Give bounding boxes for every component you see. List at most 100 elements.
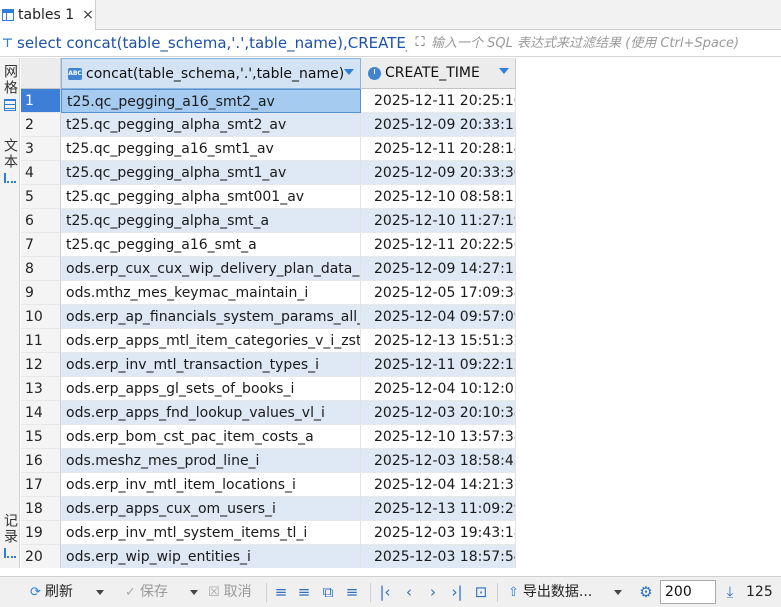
table-row[interactable]: 9 ods.mthz_mes_keymac_maintain_i 2025-12-0… — [21, 281, 781, 305]
row-number[interactable]: 11 — [21, 329, 61, 353]
filter-input[interactable] — [431, 32, 781, 54]
table-row[interactable]: 16 ods.meshz_mes_prod_line_i 2025-12-03 18… — [21, 449, 781, 473]
row-number[interactable]: 17 — [21, 473, 61, 497]
table-row[interactable]: 13 ods.erp_apps_gl_sets_of_books_i 2025-12… — [21, 377, 781, 401]
fetch-all-icon[interactable]: ⊡ — [473, 577, 489, 607]
row-number[interactable]: 14 — [21, 401, 61, 425]
row-number[interactable]: 15 — [21, 425, 61, 449]
table-name-cell[interactable]: ods.erp_ap_financials_system_params_all_… — [61, 305, 361, 329]
create-time-cell[interactable]: 2025-12-04 09:57:09 — [361, 305, 516, 329]
table-name-cell[interactable]: t25.qc_pegging_a16_smt1_av — [61, 137, 361, 161]
add-row-icon[interactable]: ≡ — [296, 577, 312, 607]
row-number[interactable]: 9 — [21, 281, 61, 305]
table-name-cell[interactable]: ods.erp_inv_mtl_item_locations_i — [61, 473, 361, 497]
first-page-icon[interactable]: |‹ — [377, 577, 393, 607]
create-time-cell[interactable]: 2025-12-10 13:57:38 — [361, 425, 516, 449]
table-row[interactable]: 20 ods.erp_wip_wip_entities_i 2025-12-03 1… — [21, 545, 781, 568]
row-number[interactable]: 1 — [21, 89, 61, 113]
table-name-cell[interactable]: ods.erp_apps_cux_om_users_i — [61, 497, 361, 521]
export-data-button[interactable]: ⇧ 导出数据... — [508, 577, 592, 607]
table-row[interactable]: 12 ods.erp_inv_mtl_transaction_types_i 202… — [21, 353, 781, 377]
sort-icon[interactable] — [499, 68, 509, 74]
next-page-icon[interactable]: › — [425, 577, 441, 607]
table-row[interactable]: 2 t25.qc_pegging_alpha_smt2_av 2025-12-09 … — [21, 113, 781, 137]
edit-row-icon[interactable]: ≡ — [273, 577, 289, 607]
table-row[interactable]: 14 ods.erp_apps_fnd_lookup_values_vl_i 202… — [21, 401, 781, 425]
export-dropdown-icon[interactable] — [614, 590, 622, 595]
table-row[interactable]: 5 t25.qc_pegging_alpha_smt001_av 2025-12-1… — [21, 185, 781, 209]
close-icon[interactable]: × — [82, 7, 94, 23]
row-number[interactable]: 12 — [21, 353, 61, 377]
table-name-cell[interactable]: ods.erp_inv_mtl_system_items_tl_i — [61, 521, 361, 545]
table-row[interactable]: 19 ods.erp_inv_mtl_system_items_tl_i 2025-… — [21, 521, 781, 545]
table-name-cell[interactable]: ods.erp_bom_cst_pac_item_costs_a — [61, 425, 361, 449]
create-time-cell[interactable]: 2025-12-09 14:27:11 — [361, 257, 516, 281]
row-number[interactable]: 6 — [21, 209, 61, 233]
refresh-button[interactable]: ⟳ 刷新 — [30, 577, 73, 607]
create-time-cell[interactable]: 2025-12-11 09:22:12 — [361, 353, 516, 377]
row-number-header[interactable] — [21, 58, 61, 89]
table-name-cell[interactable]: ods.erp_cux_cux_wip_delivery_plan_data_i — [61, 257, 361, 281]
create-time-cell[interactable]: 2025-12-10 11:27:19 — [361, 209, 516, 233]
create-time-cell[interactable]: 2025-12-03 18:58:43 — [361, 449, 516, 473]
table-name-cell[interactable]: ods.erp_apps_fnd_lookup_values_vl_i — [61, 401, 361, 425]
table-row[interactable]: 18 ods.erp_apps_cux_om_users_i 2025-12-13 … — [21, 497, 781, 521]
sort-icon[interactable] — [344, 69, 354, 75]
create-time-cell[interactable]: 2025-12-11 20:28:14 — [361, 137, 516, 161]
table-name-cell[interactable]: ods.erp_inv_mtl_transaction_types_i — [61, 353, 361, 377]
table-row[interactable]: 4 t25.qc_pegging_alpha_smt1_av 2025-12-09 … — [21, 161, 781, 185]
table-name-cell[interactable]: ods.mthz_mes_keymac_maintain_i — [61, 281, 361, 305]
save-button[interactable]: ✓ 保存 — [125, 577, 168, 607]
side-tab-record[interactable]: 记录 — [0, 513, 20, 558]
row-number[interactable]: 20 — [21, 545, 61, 568]
create-time-cell[interactable]: 2025-12-05 17:09:38 — [361, 281, 516, 305]
table-row[interactable]: 15 ods.erp_bom_cst_pac_item_costs_a 2025-1… — [21, 425, 781, 449]
column-header-concat[interactable]: ABC concat(table_schema,'.',table_name) — [61, 58, 361, 89]
create-time-cell[interactable]: 2025-12-11 20:22:56 — [361, 233, 516, 257]
last-page-icon[interactable]: ›| — [449, 577, 465, 607]
table-row[interactable]: 17 ods.erp_inv_mtl_item_locations_i 2025-1… — [21, 473, 781, 497]
side-tab-text[interactable]: 文本 — [0, 138, 20, 183]
table-row[interactable]: 11 ods.erp_apps_mtl_item_categories_v_i_z… — [21, 329, 781, 353]
row-number[interactable]: 13 — [21, 377, 61, 401]
cancel-button[interactable]: ☒ 取消 — [208, 577, 252, 607]
table-name-cell[interactable]: t25.qc_pegging_alpha_smt_a — [61, 209, 361, 233]
create-time-cell[interactable]: 2025-12-13 11:09:29 — [361, 497, 516, 521]
table-name-cell[interactable]: ods.erp_wip_wip_entities_i — [61, 545, 361, 568]
table-name-cell[interactable]: t25.qc_pegging_a16_smt_a — [61, 233, 361, 257]
fetch-size-input[interactable] — [660, 580, 716, 604]
row-number[interactable]: 8 — [21, 257, 61, 281]
create-time-cell[interactable]: 2025-12-10 08:58:11 — [361, 185, 516, 209]
create-time-cell[interactable]: 2025-12-09 20:33:30 — [361, 161, 516, 185]
previous-page-icon[interactable]: ‹ — [401, 577, 417, 607]
table-name-cell[interactable]: t25.qc_pegging_alpha_smt2_av — [61, 113, 361, 137]
create-time-cell[interactable]: 2025-12-04 10:12:05 — [361, 377, 516, 401]
row-number[interactable]: 16 — [21, 449, 61, 473]
table-row[interactable]: 3 t25.qc_pegging_a16_smt1_av 2025-12-11 20… — [21, 137, 781, 161]
table-name-cell[interactable]: ods.erp_apps_gl_sets_of_books_i — [61, 377, 361, 401]
create-time-cell[interactable]: 2025-12-09 20:33:13 — [361, 113, 516, 137]
create-time-cell[interactable]: 2025-12-03 19:43:18 — [361, 521, 516, 545]
row-number[interactable]: 2 — [21, 113, 61, 137]
column-header-create-time[interactable]: CREATE_TIME — [361, 58, 516, 89]
create-time-cell[interactable]: 2025-12-03 20:10:38 — [361, 401, 516, 425]
save-dropdown-icon[interactable] — [190, 590, 198, 595]
tab-tables-1[interactable]: tables 1 × — [0, 0, 96, 30]
refresh-dropdown-icon[interactable] — [96, 590, 104, 595]
table-row[interactable]: 1 t25.qc_pegging_a16_smt2_av 2025-12-11 20… — [21, 89, 781, 113]
create-time-cell[interactable]: 2025-12-13 15:51:32 — [361, 329, 516, 353]
settings-gear-icon[interactable]: ⚙ — [638, 577, 654, 607]
table-name-cell[interactable]: t25.qc_pegging_alpha_smt001_av — [61, 185, 361, 209]
table-row[interactable]: 6 t25.qc_pegging_alpha_smt_a 2025-12-10 11… — [21, 209, 781, 233]
row-number[interactable]: 4 — [21, 161, 61, 185]
table-name-cell[interactable]: t25.qc_pegging_a16_smt2_av — [61, 89, 361, 113]
row-number[interactable]: 7 — [21, 233, 61, 257]
row-number[interactable]: 18 — [21, 497, 61, 521]
delete-row-icon[interactable]: ≡ — [344, 577, 360, 607]
row-number[interactable]: 5 — [21, 185, 61, 209]
table-row[interactable]: 10 ods.erp_ap_financials_system_params_al… — [21, 305, 781, 329]
table-name-cell[interactable]: ods.erp_apps_mtl_item_categories_v_i_zst… — [61, 329, 361, 353]
expand-icon[interactable]: ⛶ — [412, 35, 428, 51]
create-time-cell[interactable]: 2025-12-04 14:21:37 — [361, 473, 516, 497]
side-tab-grid[interactable]: 网格 — [0, 64, 20, 111]
